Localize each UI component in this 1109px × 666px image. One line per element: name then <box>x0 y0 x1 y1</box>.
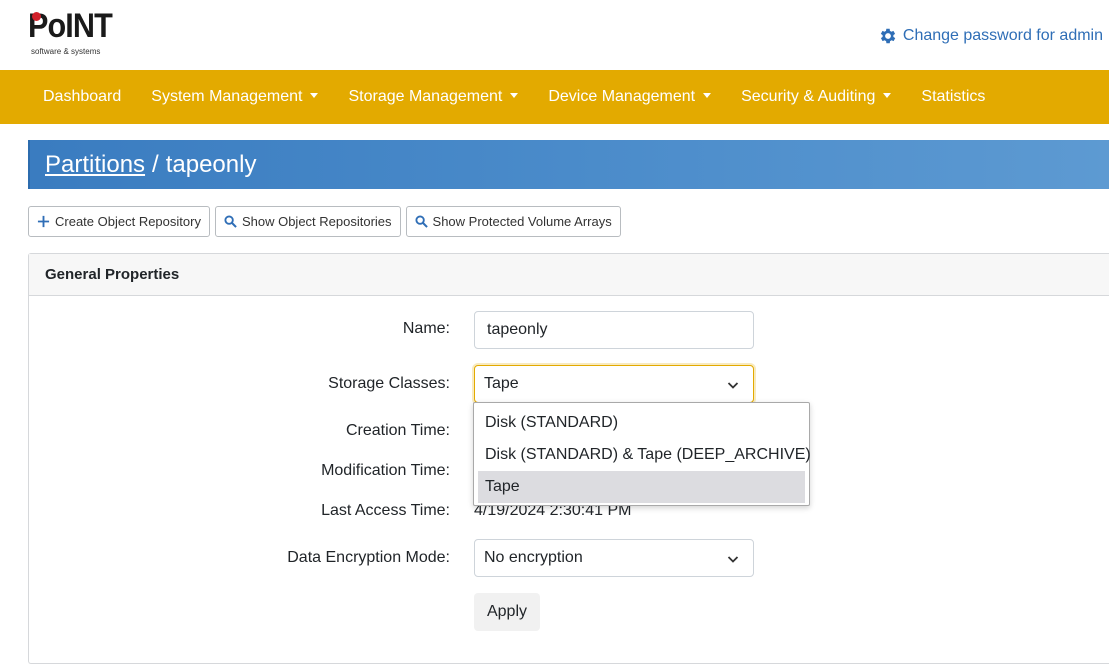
show-protected-volume-arrays-button[interactable]: Show Protected Volume Arrays <box>405 206 621 237</box>
nav-device-management[interactable]: Device Management <box>533 88 726 106</box>
main-navbar: Dashboard System Management Storage Mana… <box>0 70 1109 124</box>
action-toolbar: Create Object Repository Show Object Rep… <box>28 206 621 237</box>
data-encryption-mode-select[interactable]: No encryption <box>474 539 754 577</box>
nav-label: Device Management <box>548 88 696 105</box>
nav-statistics[interactable]: Statistics <box>906 88 1000 106</box>
search-icon <box>224 215 237 228</box>
search-icon <box>414 215 428 228</box>
nav-security-auditing[interactable]: Security & Auditing <box>726 88 906 106</box>
data-encryption-mode-value: No encryption <box>484 549 583 566</box>
data-encryption-mode-label: Data Encryption Mode: <box>287 549 450 566</box>
caret-down-icon <box>703 92 712 98</box>
show-object-repositories-button[interactable]: Show Object Repositories <box>214 206 401 237</box>
create-object-repository-button[interactable]: Create Object Repository <box>28 206 210 237</box>
logo-text: PoINT <box>28 7 113 45</box>
gear-icon <box>880 28 896 44</box>
last-access-time-label: Last Access Time: <box>321 502 450 519</box>
breadcrumb: Partitions / tapeonly <box>28 140 1109 189</box>
option-disk-standard-tape-deep-archive[interactable]: Disk (STANDARD) & Tape (DEEP_ARCHIVE) <box>478 439 811 471</box>
plus-icon <box>37 215 50 228</box>
creation-time-label: Creation Time: <box>345 422 450 439</box>
nav-label: Security & Auditing <box>741 88 876 105</box>
point-logo: PoINT software & systems <box>28 8 113 60</box>
button-label: Show Protected Volume Arrays <box>432 214 612 229</box>
nav-system-management[interactable]: System Management <box>136 88 333 106</box>
button-label: Create Object Repository <box>55 214 201 229</box>
modification-time-label: Modification Time: <box>321 462 450 479</box>
change-password-label: Change password for admin <box>902 27 1103 44</box>
chevron-down-icon <box>727 382 739 389</box>
name-label: Name: <box>402 320 450 337</box>
name-input[interactable]: tapeonly <box>474 311 754 349</box>
caret-down-icon <box>310 92 319 98</box>
storage-classes-select[interactable]: Tape <box>474 365 754 403</box>
logo-subtitle: software & systems <box>31 47 101 56</box>
storage-classes-label: Storage Classes: <box>328 375 450 392</box>
nav-label: System Management <box>151 88 303 105</box>
nav-label: Statistics <box>921 88 986 105</box>
nav-label: Dashboard <box>43 88 122 105</box>
card-title: General Properties <box>29 254 1109 296</box>
nav-dashboard[interactable]: Dashboard <box>28 88 136 106</box>
name-value: tapeonly <box>487 321 548 338</box>
chevron-down-icon <box>727 556 739 563</box>
apply-button[interactable]: Apply <box>474 593 540 631</box>
change-password-link[interactable]: Change password for admin <box>878 26 1103 46</box>
caret-down-icon <box>883 92 892 98</box>
breadcrumb-separator: / <box>152 150 159 178</box>
button-label: Show Object Repositories <box>241 214 392 229</box>
storage-classes-value: Tape <box>484 375 519 392</box>
breadcrumb-current: tapeonly <box>165 150 257 178</box>
logo-dot <box>32 12 41 21</box>
breadcrumb-partitions-link[interactable]: Partitions <box>45 151 145 179</box>
caret-down-icon <box>510 92 519 98</box>
option-disk-standard[interactable]: Disk (STANDARD) <box>478 407 805 439</box>
storage-classes-dropdown: Disk (STANDARD) Disk (STANDARD) & Tape (… <box>473 402 811 506</box>
nav-label: Storage Management <box>348 88 503 105</box>
nav-storage-management[interactable]: Storage Management <box>333 88 533 106</box>
option-tape[interactable]: Tape <box>478 471 805 503</box>
